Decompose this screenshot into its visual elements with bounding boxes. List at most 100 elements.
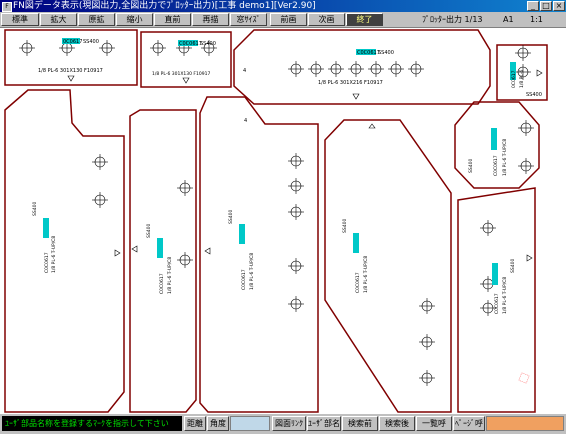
part-7-code: C0C0617: [241, 269, 247, 290]
maximize-button[interactable]: □: [540, 1, 552, 11]
end-button[interactable]: 終了: [346, 13, 383, 26]
part-8-code: C0C0617: [355, 272, 361, 293]
angle-value-field[interactable]: [230, 416, 270, 431]
part-2[interactable]: C0C0617 SS400 1/8 PL-6 301X130 F10917: [140, 31, 232, 88]
part-5-spec: 1/8 PL-6 T-UP/C8: [51, 236, 57, 273]
part-9[interactable]: C0C0617 1/8 PL-6 T-UP/C8 SS400: [454, 101, 540, 189]
direction-mark: [526, 254, 533, 262]
part-3[interactable]: C0C0617 SS400 1/8 PL-6 301X216 F10917: [233, 29, 491, 105]
minimize-button[interactable]: _: [527, 1, 539, 11]
title-bar: F FN図データ表示(現図出力,全図出力でﾌﾟﾛｯﾀｰ出力)[工事 demo1]…: [0, 0, 566, 12]
corner-mark: 4: [244, 118, 247, 124]
hole-mark: [418, 297, 436, 315]
hole-mark: [517, 157, 535, 175]
page-call-button[interactable]: ﾍﾟｰｼﾞ呼: [453, 416, 485, 431]
hole-mark: [517, 119, 535, 137]
hole-mark: [514, 44, 532, 62]
part-6-material: SS400: [146, 224, 152, 238]
hole-mark: [387, 60, 405, 78]
hole-mark: [287, 177, 305, 195]
part-5-material: SS400: [32, 202, 38, 216]
hole-mark: [418, 333, 436, 351]
angle-button[interactable]: 角度: [207, 416, 229, 431]
scale-label: 1:1: [530, 15, 543, 24]
hole-mark: [287, 152, 305, 170]
part-2-material: SS400: [200, 41, 216, 47]
direction-mark: [114, 249, 121, 257]
part-10[interactable]: C0C0617 1/8 PL-6 T-UP/C8 SS400: [457, 187, 536, 413]
part-9-material: SS400: [468, 159, 474, 173]
part-7[interactable]: C0C0617 1/8 PL-6 T-UP/C8 SS400: [199, 96, 319, 413]
direction-mark: [204, 247, 211, 255]
part-6-outline: [129, 109, 197, 413]
part-1-spec: 1/8 PL-6 301X130 F10917: [38, 68, 103, 74]
part-9-spec: 1/8 PL-6 T-UP/C8: [502, 139, 508, 176]
part-6[interactable]: C0C0617 1/8 PL-6 T-UP/C8 SS400: [129, 109, 197, 413]
zoom-out-button[interactable]: 縮小: [116, 13, 153, 26]
part-7-material: SS400: [228, 210, 234, 224]
direction-mark: [182, 77, 190, 84]
user-part-name-button[interactable]: ﾕｰｻﾞ部名: [307, 416, 341, 431]
hole-mark: [176, 179, 194, 197]
hole-mark: [418, 369, 436, 387]
next-page-button[interactable]: 次画: [308, 13, 345, 26]
window-size-button[interactable]: 窓ｻｲｽﾞ: [230, 13, 267, 26]
hole-mark: [327, 60, 345, 78]
part-5-outline: [4, 89, 125, 413]
part-9-code: C0C0617: [493, 155, 499, 176]
redraw-button[interactable]: 再描: [192, 13, 229, 26]
part-7-spec: 1/8 PL-6 T-UP/C8: [249, 253, 255, 290]
part-code-highlight: [353, 233, 359, 253]
direction-mark: [368, 123, 376, 129]
app-icon[interactable]: F: [2, 2, 12, 12]
part-5-code: C0C0617: [44, 252, 50, 273]
part-8[interactable]: C0C0617 1/8 PL-6 T-UP/C8 SS400: [324, 119, 452, 413]
distance-button[interactable]: 距離: [184, 416, 206, 431]
zoom-in-button[interactable]: 拡大: [40, 13, 77, 26]
part-3-outline: [233, 29, 491, 105]
part-10-spec: 1/8 PL-6 T-UP/C8: [502, 277, 508, 314]
search-next-button[interactable]: 検索後: [379, 416, 415, 431]
part-5[interactable]: C0C0617 1/8 PL-6 T-UP/C8 SS400: [4, 89, 125, 413]
hole-mark: [287, 257, 305, 275]
drawing-link-button[interactable]: 図面ﾘﾝｸ: [272, 416, 306, 431]
direction-mark: [131, 245, 138, 253]
direction-mark: [352, 93, 360, 100]
prev-page-button[interactable]: 前画: [270, 13, 307, 26]
part-code-highlight: [492, 263, 498, 285]
hole-mark: [176, 251, 194, 269]
close-button[interactable]: ×: [553, 1, 565, 11]
window-title: FN図データ表示(現図出力,全図出力でﾌﾟﾛｯﾀｰ出力)[工事 demo1][V…: [13, 1, 316, 11]
part-code-highlight: [239, 224, 245, 244]
direction-mark: [536, 69, 543, 77]
part-1[interactable]: 0C0617 SS400 1/8 PL-6 301X130 F10917: [4, 29, 138, 86]
list-call-button[interactable]: 一覧呼: [416, 416, 452, 431]
hole-mark: [18, 39, 36, 57]
hole-mark: [287, 60, 305, 78]
search-prev-button[interactable]: 検索前: [342, 416, 378, 431]
part-8-spec: 1/8 PL-6 T-UP/C8: [363, 256, 369, 293]
part-2-code: C0C0617: [179, 41, 202, 47]
part-4-spec: 1/8 PL-6: [519, 70, 525, 88]
part-1-code: 0C0617: [63, 39, 82, 45]
part-3-code: C0C0617: [357, 50, 380, 56]
part-8-material: SS400: [342, 219, 348, 233]
part-3-spec: 1/8 PL-6 301X216 F10917: [318, 80, 383, 86]
hole-mark: [407, 60, 425, 78]
plotter-output-label: ﾌﾟﾛｯﾀｰ出力 1/13: [422, 15, 483, 24]
standard-button[interactable]: 標準: [1, 13, 39, 26]
hole-mark: [149, 39, 167, 57]
corner-mark: 4: [243, 68, 246, 74]
part-4[interactable]: 0C0617 1/8 PL-6 SS400: [496, 44, 548, 101]
part-6-code: C0C0617: [159, 273, 165, 294]
previous-view-button[interactable]: 直前: [154, 13, 191, 26]
direction-mark: [67, 75, 75, 82]
drawing-canvas[interactable]: 0C0617 SS400 1/8 PL-6 301X130 F10917 C0C…: [0, 28, 566, 414]
part-6-spec: 1/8 PL-6 T-UP/C8: [167, 257, 173, 294]
part-code-highlight: [157, 238, 163, 258]
page-number-field[interactable]: [486, 416, 564, 431]
part-2-spec: 1/8 PL-6 301X130 F10917: [152, 71, 210, 77]
hole-mark: [367, 60, 385, 78]
original-zoom-button[interactable]: 原拡: [78, 13, 115, 26]
part-4-code: 0C0617: [511, 70, 517, 88]
